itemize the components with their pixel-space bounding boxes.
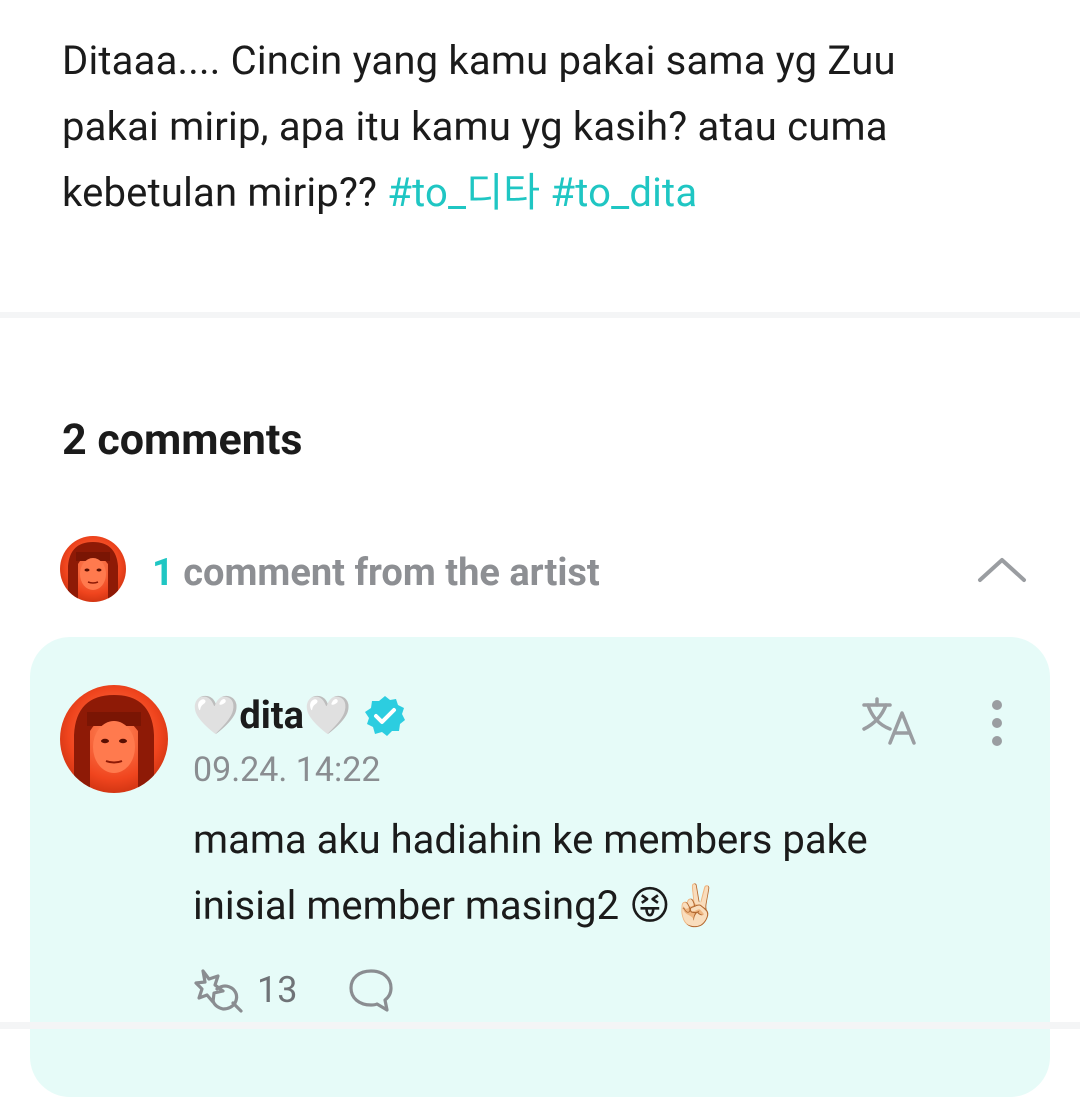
reply-icon[interactable]: [347, 967, 395, 1013]
post-text-line2: pakai mirip, apa itu kamu yg kasih? atau…: [62, 103, 888, 150]
avatar[interactable]: [60, 685, 168, 793]
post-body: Ditaaa.... Cincin yang kamu pakai sama y…: [62, 28, 1022, 226]
hashtag-to-dita-korean[interactable]: #to_디타: [387, 169, 540, 216]
artist-avatar-small: [60, 536, 126, 602]
comment-text: mama aku hadiahin ke members pake inisia…: [193, 807, 1013, 939]
post-text-line1: Ditaaa.... Cincin yang kamu pakai sama y…: [62, 37, 896, 84]
hashtag-to-dita[interactable]: #to_dita: [550, 169, 697, 216]
comment-text-line2: inisial member masing2 😝✌🏻: [193, 882, 721, 929]
like-icon[interactable]: [193, 965, 247, 1015]
more-vertical-icon[interactable]: [980, 697, 1014, 753]
author-row: 🤍dita🤍: [192, 693, 407, 739]
comment-timestamp: 09.24. 14:22: [193, 750, 381, 790]
section-divider: [0, 312, 1080, 318]
comment-text-line1: mama aku hadiahin ke members pake: [193, 816, 868, 863]
artist-comments-toggle[interactable]: 1 comment from the artist: [60, 536, 1040, 606]
like-count: 13: [257, 969, 298, 1011]
artist-comments-label: 1 comment from the artist: [152, 548, 600, 598]
bottom-divider: [0, 1022, 1080, 1029]
chevron-up-icon[interactable]: [974, 550, 1030, 586]
comments-count: 2 comments: [62, 415, 303, 465]
artist-comment-count: 1: [152, 551, 174, 595]
author-name[interactable]: 🤍dita🤍: [192, 693, 351, 739]
artist-comment-label-text: comment from the artist: [173, 551, 600, 595]
verified-badge-icon: [363, 694, 407, 738]
translate-icon[interactable]: [860, 697, 920, 747]
post-text-line3: kebetulan mirip??: [62, 169, 388, 216]
comment-actions: 13: [193, 965, 395, 1015]
